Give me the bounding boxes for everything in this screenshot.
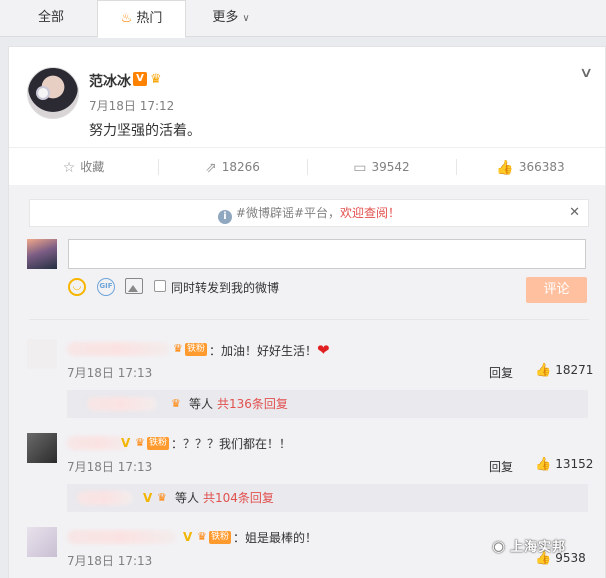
thumbs-up-icon: 👍 <box>496 160 514 176</box>
vip-crown-icon: ♛ <box>157 491 167 504</box>
post-time[interactable]: 7月18日 17:12 <box>89 97 174 114</box>
post-text: 努力坚强的活着。 <box>89 123 201 139</box>
divider <box>29 319 589 320</box>
like-button[interactable]: 👍 366383 <box>456 148 605 186</box>
comment-count: 39542 <box>371 160 410 174</box>
replies-summary[interactable]: V ♛ 等人 共104条回复 <box>67 484 588 512</box>
replies-prefix: 等人 <box>189 397 214 411</box>
tab-all[interactable]: 全部 <box>8 0 94 37</box>
tab-hot[interactable]: ♨ 热门 <box>97 0 186 38</box>
blurred-username <box>77 491 133 505</box>
avatar[interactable] <box>27 433 57 463</box>
comment-like-button[interactable]: 👍 18271 <box>535 363 593 378</box>
comment-text-content: ：加油！好好生活！ <box>209 344 318 358</box>
tab-more-label: 更多 <box>212 10 239 25</box>
repost-checkbox-label[interactable]: 同时转发到我的微博 <box>171 279 279 296</box>
fan-badge: 铁粉 <box>185 343 208 356</box>
comment-text: ：姐是最棒的！ <box>233 531 318 545</box>
image-icon[interactable] <box>125 278 143 294</box>
verified-icon: V <box>133 72 147 86</box>
notice-tag: #微博辟谣#平台， <box>235 206 341 220</box>
comment-like-count: 13152 <box>555 457 594 471</box>
tab-more[interactable]: 更多 ∨ <box>196 0 266 37</box>
blurred-username[interactable] <box>67 342 171 356</box>
replies-count[interactable]: 共104条回复 <box>203 484 274 512</box>
author-name[interactable]: 范冰冰 <box>89 71 131 91</box>
verified-icon: V <box>183 530 193 544</box>
favorite-button[interactable]: ☆ 收藏 <box>9 148 158 186</box>
tab-hot-label: 热门 <box>136 11 163 26</box>
comment-time: 7月18日 17:13 <box>67 554 153 568</box>
thumbs-up-icon: 👍 <box>535 457 552 472</box>
emoji-icon[interactable]: ◡ <box>68 278 86 296</box>
comment-time: 7月18日 17:13 <box>67 460 153 474</box>
comment-input[interactable] <box>68 239 586 269</box>
star-icon: ☆ <box>62 160 76 176</box>
replies-summary[interactable]: ♛ 等人 共136条回复 <box>67 390 588 418</box>
replies-count[interactable]: 共136条回复 <box>217 390 288 418</box>
post-card: 范冰冰 V ♛ 7月18日 17:12 努力坚强的活着。 ∨ ☆ 收藏 ⇗ 1826… <box>8 46 606 578</box>
comment-section: i #微博辟谣#平台，欢迎查阅！ ✕ ◡ GIF 同时转发到我的微博 评论 ♛ 铁… <box>9 185 605 578</box>
comment-like-count: 18271 <box>555 363 594 377</box>
reply-button[interactable]: 回复 <box>489 458 513 475</box>
reply-button[interactable]: 回复 <box>489 364 513 381</box>
gif-icon[interactable]: GIF <box>97 278 115 296</box>
repost-icon: ⇗ <box>205 160 217 176</box>
repost-button[interactable]: ⇗ 18266 <box>158 148 307 186</box>
comment-button[interactable]: ▭ 39542 <box>307 148 456 186</box>
replies-prefix: 等人 <box>175 491 200 505</box>
flame-icon: ♨ <box>120 11 133 26</box>
avatar-flower-decoration <box>38 88 48 98</box>
my-avatar[interactable] <box>27 239 57 269</box>
fan-badge: 铁粉 <box>209 531 232 544</box>
heart-icon: ❤ <box>317 341 330 359</box>
avatar[interactable] <box>27 527 57 557</box>
comment-time: 7月18日 17:13 <box>67 366 153 380</box>
watermark: ◉ 上海实邦 <box>492 536 566 555</box>
feed-tab-bar: 全部 ♨ 热门 更多 ∨ <box>0 0 606 38</box>
notice-text: 欢迎查阅！ <box>340 206 401 220</box>
verified-icon: V <box>121 436 131 450</box>
repost-checkbox[interactable] <box>154 280 166 292</box>
vip-crown-icon: ♛ <box>150 72 162 87</box>
comment-like-button[interactable]: 👍 13152 <box>535 457 593 472</box>
comment-icon: ▭ <box>353 160 367 176</box>
favorite-label: 收藏 <box>80 160 105 174</box>
avatar[interactable] <box>27 339 57 369</box>
vip-crown-icon: ♛ <box>171 397 181 410</box>
repost-count: 18266 <box>221 160 260 174</box>
post-action-bar: ☆ 收藏 ⇗ 18266 ▭ 39542 👍 366383 <box>9 147 605 185</box>
chevron-down-icon[interactable]: ∨ <box>579 65 593 81</box>
blurred-username[interactable] <box>67 530 177 544</box>
fan-badge: 铁粉 <box>147 437 170 450</box>
info-icon: i <box>217 210 232 224</box>
notice-banner[interactable]: i #微博辟谣#平台，欢迎查阅！ ✕ <box>29 199 589 227</box>
comment-text: ：？？？我们都在！！ <box>171 437 292 451</box>
blurred-username <box>87 397 157 411</box>
verified-icon: V <box>143 491 153 505</box>
thumbs-up-icon: 👍 <box>535 363 552 378</box>
comment-text: ：加油！好好生活！❤ <box>209 341 330 359</box>
close-icon[interactable]: ✕ <box>569 200 580 226</box>
watermark-text: 上海实邦 <box>510 540 567 555</box>
chevron-down-icon: ∨ <box>242 13 250 24</box>
submit-comment-button[interactable]: 评论 <box>526 277 587 303</box>
author-avatar[interactable] <box>27 67 79 119</box>
wechat-icon: ◉ <box>492 537 507 555</box>
like-count: 366383 <box>518 160 565 174</box>
